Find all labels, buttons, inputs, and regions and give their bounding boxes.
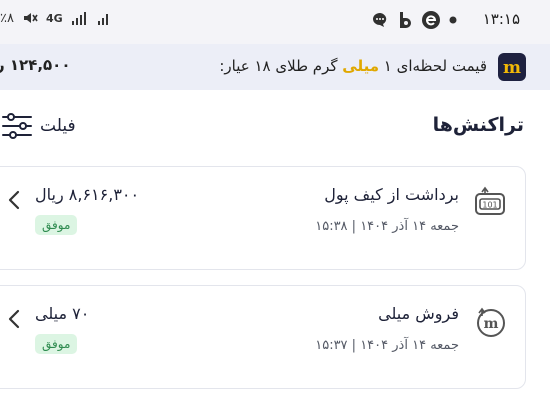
price-ticker[interactable]: m قیمت لحظه‌ای ۱ میلی گرم طلای ۱۸ عیار: … [0,44,550,90]
transaction-date: جمعه ۱۴ آذر ۱۴۰۴ | ۱۵:۳۸ [315,219,459,234]
chevron-left-icon[interactable] [7,308,21,330]
status-badge: موفق [35,334,78,354]
caption-highlight: میلی [342,57,379,75]
section-title: تراکنش‌ها [432,114,524,136]
transaction-card[interactable]: 101 برداشت از کیف پول جمعه ۱۴ آذر ۱۴۰۴ |… [0,166,526,270]
milli-sell-icon: m [477,307,505,337]
svg-text:m: m [503,58,521,78]
signal-icon-2 [97,14,108,25]
system-indicators: ٪۸ 4G [0,10,111,26]
notification-icons [371,10,457,30]
filter-sliders-icon [2,113,32,139]
e-app-icon [422,11,440,29]
filter-label: فیلت [40,116,76,136]
status-time: ۱۳:۱۵ [482,10,520,28]
status-bar: ۱۳:۱۵ ٪۸ 4G [0,0,550,44]
battery-level: ٪۸ [0,10,14,26]
filter-button[interactable]: فیلت [0,110,76,142]
ticker-caption: قیمت لحظه‌ای ۱ میلی گرم طلای ۱۸ عیار: [219,57,487,75]
chevron-left-icon[interactable] [7,189,21,211]
status-badge: موفق [35,215,78,235]
caption-prefix: قیمت لحظه‌ای ۱ [383,57,487,75]
wallet-withdraw-icon: 101 [475,186,505,215]
network-type: 4G [45,11,63,25]
mute-icon [23,13,38,23]
signal-icon [71,12,86,25]
milli-logo-icon: m [498,53,526,81]
chat-bubble-icon [373,13,387,27]
svg-text:m: m [484,316,499,332]
svg-text:101: 101 [482,201,497,210]
dot-icon [449,16,457,24]
transaction-card[interactable]: m فروش میلی جمعه ۱۴ آذر ۱۴۰۴ | ۱۵:۳۷ ۷۰ … [0,285,526,389]
caption-suffix: گرم طلای ۱۸ عیار: [219,57,338,75]
b-app-icon [400,12,411,28]
transaction-amount: ۸,۶۱۶,۳۰۰ ریال [35,185,140,204]
ticker-price: ۱۲۴,۵۰۰ ر [0,56,71,74]
transaction-date: جمعه ۱۴ آذر ۱۴۰۴ | ۱۵:۳۷ [315,338,459,353]
transaction-amount: ۷۰ میلی [35,304,90,323]
transaction-title: برداشت از کیف پول [324,185,459,204]
transaction-title: فروش میلی [378,304,459,323]
